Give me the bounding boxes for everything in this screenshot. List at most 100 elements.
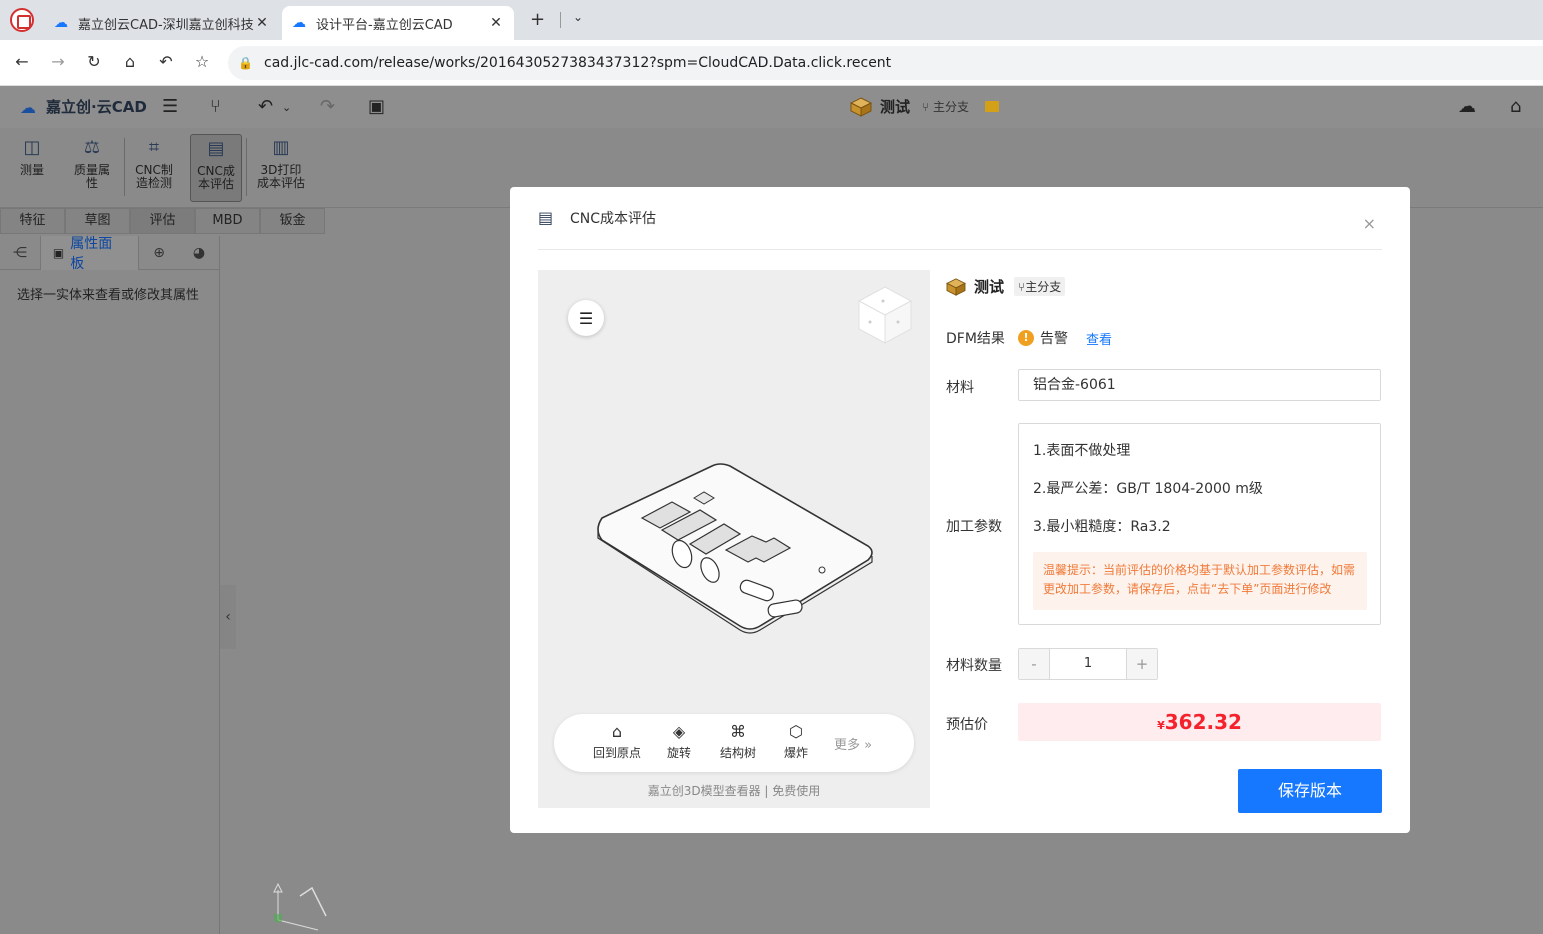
back-icon[interactable]: ← (12, 52, 32, 71)
undo-icon[interactable]: ↶ (156, 52, 176, 71)
chevron-down-icon[interactable]: ⌄ (282, 101, 291, 114)
menu-icon[interactable]: ☰ (162, 96, 178, 117)
tab-feature[interactable]: 特征 (0, 208, 65, 234)
url-text: cad.jlc-cad.com/release/works/2016430527… (264, 55, 892, 71)
part-header: 测试 ⑂主分支 (946, 276, 1066, 297)
quantity-input[interactable]: 1 (1049, 649, 1127, 679)
3d-print-cost-button[interactable]: ▥ 3D打印 成本评估 (252, 134, 310, 190)
3d-model-render[interactable] (590, 458, 880, 638)
divider (246, 138, 247, 196)
app-logo[interactable]: ☁ 嘉立创·云CAD (20, 96, 147, 117)
panel-hint: 选择一实体来查看或修改其属性 (17, 288, 200, 303)
left-panel: ⋲ ▣ 属性面板 ⊕ ◕ 选择一实体来查看或修改其属性 (0, 235, 220, 934)
view-dfm-link[interactable]: 查看 (1086, 329, 1112, 348)
quantity-label: 材料数量 (946, 658, 1002, 674)
params-label: 加工参数 (946, 519, 1002, 535)
feature-tree-icon[interactable]: ⋲ (0, 245, 40, 261)
view-cube-icon[interactable] (856, 284, 914, 346)
branch-label[interactable]: ⑂ 主分支 (922, 98, 969, 115)
cloud-upload-icon[interactable]: ☁ (1458, 96, 1476, 117)
cloud-icon: ☁ (292, 15, 306, 31)
ribbon-tabs: 特征 草图 评估 MBD 钣金 (0, 208, 325, 234)
tab-properties-label: 属性面板 (70, 235, 113, 272)
target-icon[interactable]: ⊕ (139, 245, 179, 261)
price-currency: ¥ (1157, 719, 1165, 732)
warning-icon: ! (1018, 330, 1034, 346)
tool-label: 测量 (19, 163, 44, 177)
material-label: 材料 (946, 380, 974, 396)
document-title: 测试 ⑂ 主分支 (850, 96, 1000, 117)
dfm-result: ! 告警 查看 (1018, 328, 1112, 348)
save-version-button[interactable]: 保存版本 (1238, 769, 1382, 813)
param-item: 2.最严公差：GB/T 1804-2000 m级 (1033, 481, 1263, 497)
part-name: 测试 (974, 278, 1005, 296)
tab-mbd[interactable]: MBD (195, 208, 260, 234)
branch-text: 主分支 (1025, 280, 1062, 294)
axis-gizmo-icon[interactable] (248, 880, 338, 934)
measure-icon: ◫ (23, 137, 41, 158)
chevron-down-icon[interactable]: ⌄ (573, 10, 583, 24)
redo-icon[interactable]: ↷ (320, 96, 335, 117)
doc-title-text: 测试 (880, 98, 911, 116)
rotate-button[interactable]: ◈ 旋转 (649, 722, 709, 761)
star-icon[interactable]: ☆ (192, 52, 212, 71)
close-icon[interactable]: ✕ (254, 15, 270, 31)
price-label: 预估价 (946, 717, 988, 733)
material-select[interactable]: 铝合金-6061 (1018, 369, 1381, 401)
divider (124, 138, 125, 196)
tab-evaluate[interactable]: 评估 (130, 208, 195, 234)
cnc-cost-icon: ▤ (207, 138, 225, 159)
tip-message: 温馨提示：当前评估的价格均基于默认加工参数评估，如需更改加工参数，请保存后，点击… (1033, 552, 1367, 610)
url-field[interactable]: 🔒 cad.jlc-cad.com/release/works/20164305… (228, 46, 1543, 80)
branch-icon[interactable]: ⑂ (210, 96, 221, 117)
undo-icon[interactable]: ↶ (258, 96, 273, 117)
increment-button[interactable]: + (1127, 649, 1157, 679)
home-icon[interactable]: ⌂ (1510, 96, 1521, 117)
tab-sheet-metal[interactable]: 钣金 (260, 208, 325, 234)
home-icon[interactable]: ⌂ (120, 52, 140, 71)
browser-logo-icon[interactable] (10, 8, 34, 32)
browser-tab-bar: ☁ 嘉立创云CAD-深圳嘉立创科技 ✕ ☁ 设计平台-嘉立创云CAD ✕ + ⌄ (0, 0, 1543, 40)
explode-button[interactable]: ⬡ 爆炸 (766, 722, 826, 761)
explode-icon: ⬡ (789, 722, 803, 741)
cnc-manufacturing-check-button[interactable]: ⌗ CNC制 造检测 (128, 134, 180, 190)
branch-badge: ⑂主分支 (1014, 277, 1066, 296)
tool-label: 本评估 (197, 177, 234, 191)
model-viewer[interactable]: ☰ ⌂ 回到原点 ◈ 旋转 ⌘ 结构树 ⬡ 爆炸 更多 » 嘉立创3D模型查看器… (538, 270, 930, 808)
viewer-button-label: 回到原点 (592, 746, 641, 760)
folder-icon[interactable] (985, 101, 1000, 112)
lock-icon[interactable]: 🔒 (238, 56, 254, 70)
browser-tab-2[interactable]: ☁ 设计平台-嘉立创云CAD ✕ (282, 6, 514, 40)
dfm-status: 告警 (1040, 331, 1068, 347)
cube-rotate-icon: ◈ (672, 722, 686, 741)
home-icon: ⌂ (611, 722, 623, 741)
cloud-icon: ☁ (54, 15, 68, 31)
tab-properties[interactable]: ▣ 属性面板 (39, 235, 140, 272)
appearance-icon[interactable]: ◕ (179, 245, 219, 261)
decrement-button[interactable]: - (1019, 649, 1049, 679)
part-icon (946, 277, 966, 296)
tab-sketch[interactable]: 草图 (65, 208, 130, 234)
tool-label: 造检测 (135, 176, 172, 190)
mass-properties-button[interactable]: ⚖ 质量属 性 (66, 134, 118, 190)
forward-icon[interactable]: → (48, 52, 68, 71)
address-bar: ← → ↻ ⌂ ↶ ☆ 🔒 cad.jlc-cad.com/release/wo… (0, 40, 1543, 86)
browser-tab-1[interactable]: ☁ 嘉立创云CAD-深圳嘉立创科技 ✕ (44, 6, 280, 40)
list-icon[interactable]: ☰ (568, 300, 604, 336)
new-tab-button[interactable]: + (530, 9, 545, 30)
measure-tool-button[interactable]: ◫ 测量 (6, 134, 58, 177)
reset-origin-button[interactable]: ⌂ 回到原点 (587, 722, 647, 761)
collapse-panel-handle[interactable]: ‹ (220, 585, 236, 649)
branch-text: 主分支 (933, 100, 970, 114)
structure-tree-button[interactable]: ⌘ 结构树 (708, 722, 768, 761)
reload-icon[interactable]: ↻ (84, 52, 104, 71)
params-box: 1.表面不做处理 2.最严公差：GB/T 1804-2000 m级 3.最小粗糙… (1018, 423, 1381, 625)
save-icon[interactable]: ▣ (368, 96, 385, 117)
cnc-cost-estimate-button[interactable]: ▤ CNC成 本评估 (190, 134, 242, 202)
cnc-check-icon: ⌗ (148, 137, 160, 158)
cnc-cost-dialog: ▤ CNC成本评估 × ☰ ⌂ 回到原点 ◈ 旋转 ⌘ 结构树 ⬡ 爆炸 更多 … (510, 187, 1410, 833)
tab-title: 设计平台-嘉立创云CAD (316, 17, 453, 33)
close-icon[interactable]: ✕ (488, 15, 504, 31)
close-icon[interactable]: × (1363, 214, 1376, 233)
more-button[interactable]: 更多 » (834, 734, 872, 753)
